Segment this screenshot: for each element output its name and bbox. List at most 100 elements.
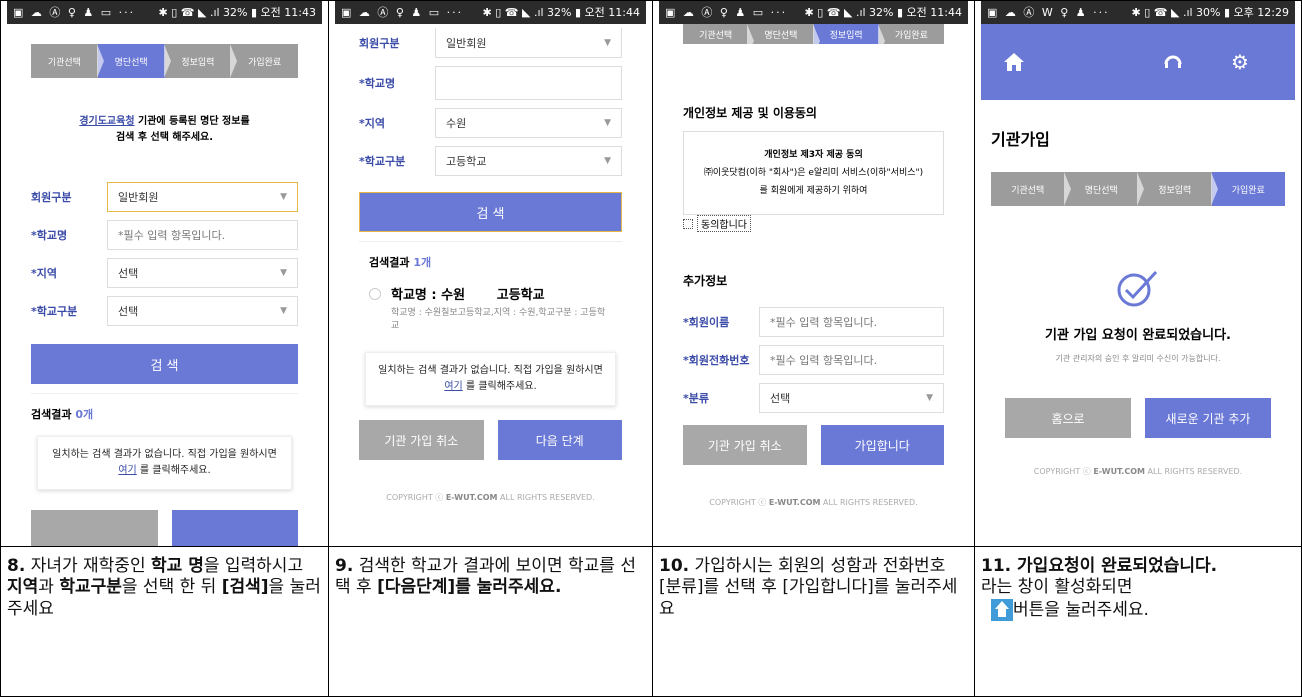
status-right: ✱ ▯ ☎ ◣ .ıl 32% ▮ 오전 11:44	[804, 6, 962, 19]
step-info: 정보입력	[813, 24, 886, 58]
screenshot-step-10: ▣ ☁ Ⓐ ♀ ♟ ▭ ··· ✱ ▯ ☎ ◣ .ıl 32% ▮ 오전 11:…	[659, 0, 968, 546]
copyright-post: ALL RIGHTS RESERVED.	[820, 498, 918, 507]
cancel-join-button[interactable]: 기관 가입 취소	[683, 425, 807, 465]
step-9-column: ▣ ☁ Ⓐ ♀ ♟ ▭ ··· ✱ ▯ ☎ ◣ .ıl 32% ▮ 오전 11:…	[329, 0, 653, 697]
search-button[interactable]: 검 색	[359, 192, 622, 232]
caption-text: 을 입력하시고	[203, 556, 304, 576]
category-label: *분류	[683, 392, 709, 405]
copyright-pre: COPYRIGHT ⓒ	[386, 493, 446, 503]
home-button[interactable]: 홈으로	[1005, 398, 1131, 438]
results-count: 1개	[413, 256, 432, 269]
caption-text: 가입하시는 회원의 성함과 전화번호 [분류]를 선택 후 [가입합니다]를 눌…	[659, 556, 958, 619]
step-8-column: ▣ ☁ Ⓐ ♀ ♟ ▭ ··· ✱ ▯ ☎ ◣ .ıl 32% ▮ 오전 11:…	[0, 0, 329, 697]
gear-icon[interactable]: ⚙	[1231, 50, 1249, 74]
member-name-input[interactable]: *필수 입력 항목입니다.	[759, 307, 944, 337]
consent-box[interactable]: 개인정보 제3자 제공 동의 ㈜이웃닷컴(이하 "회사")은 e알리미 서비스(…	[683, 131, 944, 215]
no-result-box: 일치하는 검색 결과가 없습니다. 직접 가입을 원하시면 여기 를 클릭해주세…	[37, 436, 292, 490]
screenshot-step-9: ▣ ☁ Ⓐ ♀ ♟ ▭ ··· ✱ ▯ ☎ ◣ .ıl 32% ▮ 오전 11:…	[335, 0, 646, 546]
result-radio[interactable]	[369, 288, 381, 300]
status-icons: ▣ ☁ Ⓐ ♀ ♟ ▭ ···	[341, 6, 464, 19]
agree-row[interactable]: 동의합니다	[683, 215, 944, 232]
region-select[interactable]: 수원	[435, 108, 622, 138]
page-title: 기관가입	[991, 130, 1050, 149]
no-result-text-2: 를 클릭해주세요.	[136, 465, 211, 476]
consent-box-line2: 를 회원에게 제공하기 위하여	[759, 186, 868, 196]
region-label: *지역	[31, 267, 57, 280]
caption-number: 10.	[659, 556, 690, 576]
member-type-select[interactable]: 일반회원	[107, 182, 298, 212]
direct-join-link[interactable]: 여기	[444, 381, 462, 392]
copyright: COPYRIGHT ⓒ E-WUT.COM ALL RIGHTS RESERVE…	[981, 466, 1295, 477]
status-bar: ▣ ☁ Ⓐ ♀ ♟ ▭ ··· ✱ ▯ ☎ ◣ .ıl 32% ▮ 오전 11:…	[7, 0, 322, 24]
region-row: *지역 선택	[31, 258, 298, 288]
headset-icon[interactable]	[1163, 52, 1183, 72]
progress-steps: 기관선택 명단선택 정보입력 가입완료	[31, 44, 298, 78]
member-phone-row: *회원전화번호 *필수 입력 항목입니다.	[683, 345, 944, 375]
school-name-label: *학교명	[31, 229, 68, 242]
member-type-select[interactable]: 일반회원	[435, 28, 622, 58]
school-type-label: *학교구분	[31, 305, 78, 318]
institution-link[interactable]: 경기도교육청	[79, 116, 134, 127]
status-bar: ▣ ☁ Ⓐ ♀ ♟ ▭ ··· ✱ ▯ ☎ ◣ .ıl 32% ▮ 오전 11:…	[335, 0, 646, 24]
member-type-row: 회원구분 일반회원	[359, 28, 622, 58]
school-name-input[interactable]	[435, 66, 622, 100]
member-phone-input[interactable]: *필수 입력 항목입니다.	[759, 345, 944, 375]
next-step-button[interactable]: 다음 단계	[497, 420, 622, 461]
search-button[interactable]: 검 색	[31, 344, 298, 384]
school-type-select[interactable]: 선택	[107, 296, 298, 326]
cancel-button-partial[interactable]	[31, 510, 158, 546]
school-type-select[interactable]: 고등학교	[435, 146, 622, 176]
status-right: ✱ ▯ ☎ ◣ .ıl 32% ▮ 오전 11:43	[158, 6, 316, 19]
cancel-join-button[interactable]: 기관 가입 취소	[359, 420, 484, 461]
complete-message: 기관 가입 요청이 완료되었습니다.	[1045, 328, 1231, 343]
member-type-label: 회원구분	[31, 191, 72, 204]
caption-bold: [다음단계]를 눌러주세요.	[377, 577, 562, 598]
member-type-row: 회원구분 일반회원	[31, 182, 298, 212]
status-icons: ▣ ☁ Ⓐ ♀ ♟ ▭ ···	[665, 6, 788, 19]
agree-checkbox[interactable]	[683, 218, 693, 229]
home-icon[interactable]	[1003, 52, 1025, 72]
result-item[interactable]: 학교명 : 수원 고등학교 학교명 : 수원칠보고등학교,지역 : 수원,학교구…	[369, 284, 612, 332]
bottom-buttons	[31, 510, 298, 546]
screenshot-step-11: ▣ ☁ Ⓐ W ♀ ♟ ··· ✱ ▯ ☎ ◣ .ıl 30% ▮ 오후 12:…	[981, 0, 1295, 546]
app-header: ⚙	[981, 24, 1295, 100]
step-info: 정보입력	[165, 44, 237, 78]
home-icon	[991, 598, 1013, 621]
copyright-brand: E-WUT.COM	[445, 493, 498, 503]
copyright-post: ALL RIGHTS RESERVED.	[1144, 467, 1243, 476]
status-right: ✱ ▯ ☎ ◣ .ıl 30% ▮ 오후 12:29	[1131, 6, 1289, 19]
school-type-row: *학교구분 선택	[31, 296, 298, 326]
step-complete: 가입완료	[1211, 172, 1285, 206]
tutorial-grid: ▣ ☁ Ⓐ ♀ ♟ ▭ ··· ✱ ▯ ☎ ◣ .ıl 32% ▮ 오전 11:…	[0, 0, 1302, 697]
status-right: ✱ ▯ ☎ ◣ .ıl 32% ▮ 오전 11:44	[482, 6, 640, 19]
direct-join-link[interactable]: 여기	[118, 465, 136, 476]
status-icons: ▣ ☁ Ⓐ W ♀ ♟ ···	[987, 6, 1110, 19]
caption-text: 을 선택 한 뒤	[121, 577, 222, 598]
join-button[interactable]: 가입합니다	[820, 425, 944, 465]
member-name-row: *회원이름 *필수 입력 항목입니다.	[683, 307, 944, 337]
step-roster: 명단선택	[97, 44, 171, 78]
school-name-row: *학교명 *필수 입력 항목입니다.	[31, 220, 298, 250]
category-select[interactable]: 선택	[759, 383, 944, 413]
extra-info-title: 추가정보	[683, 274, 728, 288]
intro-line2: 검색 후 선택 해주세요.	[115, 132, 214, 143]
caption-bold: 11. 가입요청이 완료되었습니다.	[981, 556, 1218, 576]
agree-label[interactable]: 동의합니다	[697, 215, 751, 232]
region-select[interactable]: 선택	[107, 258, 298, 288]
result-detail: 학교명 : 수원칠보고등학교,지역 : 수원,학교구분 : 고등학교	[391, 308, 606, 331]
no-result-text: 일치하는 검색 결과가 없습니다. 직접 가입을 원하시면	[378, 365, 603, 377]
copyright-pre: COPYRIGHT ⓒ	[1033, 467, 1094, 476]
member-name-label: *회원이름	[683, 316, 730, 329]
bottom-buttons: 기관 가입 취소 가입합니다	[683, 425, 944, 465]
results-label: 검색결과	[31, 408, 72, 421]
add-institution-button[interactable]: 새로운 기관 추가	[1145, 398, 1271, 438]
bottom-buttons: 홈으로 새로운 기관 추가	[1005, 398, 1271, 438]
region-label: *지역	[359, 117, 385, 130]
member-type-label: 회원구분	[359, 37, 400, 50]
results-header: 검색결과 1개	[369, 254, 612, 270]
caption-step-11: 11. 가입요청이 완료되었습니다. 라는 창이 활성화되면 버튼을 눌러주세요…	[981, 556, 1295, 686]
next-button-partial[interactable]	[171, 510, 298, 546]
school-name-input[interactable]: *필수 입력 항목입니다.	[107, 220, 298, 250]
step-complete: 가입완료	[248, 57, 282, 68]
caption-step-9: 9. 검색한 학교가 결과에 보이면 학교를 선택 후 [다음단계]를 눌러주세…	[335, 556, 646, 686]
